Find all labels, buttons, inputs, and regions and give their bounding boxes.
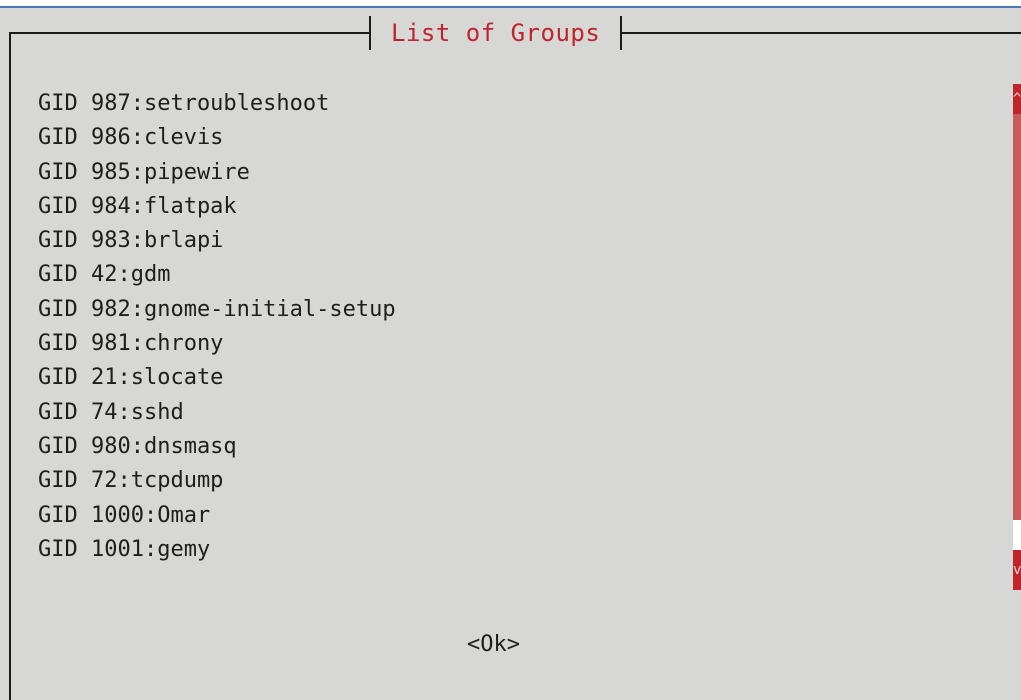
group-list-item: GID 74:sshd — [38, 399, 184, 425]
group-list-item: GID 72:tcpdump — [38, 468, 224, 494]
group-list: GID 987:setroubleshoot GID 986:clevis GID … — [38, 87, 396, 567]
group-list-item: GID 986:clevis — [38, 125, 224, 151]
terminal-top-edge — [0, 0, 1021, 8]
groups-dialog: List of Groups GID 987:setroubleshoot GID… — [0, 8, 1021, 700]
dialog-title-bar: List of Groups — [369, 12, 623, 54]
title-right-tick — [620, 16, 623, 50]
group-list-item: GID 1000:Omar — [38, 502, 211, 528]
chevron-up-icon[interactable]: ^ — [1013, 84, 1021, 114]
group-list-item: GID 1001:gemy — [38, 536, 211, 562]
ok-button[interactable]: <Ok> — [467, 628, 520, 662]
group-list-item: GID 985:pipewire — [38, 159, 250, 185]
group-list-item: GID 983:brlapi — [38, 228, 224, 254]
group-list-item: GID 980:dnsmasq — [38, 433, 237, 459]
list-scrollbar[interactable]: ^ v — [1013, 84, 1021, 590]
group-list-item: GID 981:chrony — [38, 331, 224, 357]
group-list-item: GID 21:slocate — [38, 365, 224, 391]
scrollbar-thumb[interactable] — [1013, 520, 1021, 550]
group-list-item: GID 982:gnome-initial-setup — [38, 296, 396, 322]
group-list-item: GID 987:setroubleshoot — [38, 91, 330, 116]
group-list-item: GID 42:gdm — [38, 262, 171, 288]
dialog-title: List of Groups — [391, 19, 601, 47]
dialog-border-left — [9, 32, 11, 700]
group-list-item: GID 984:flatpak — [38, 193, 237, 219]
chevron-down-icon[interactable]: v — [1013, 550, 1021, 590]
